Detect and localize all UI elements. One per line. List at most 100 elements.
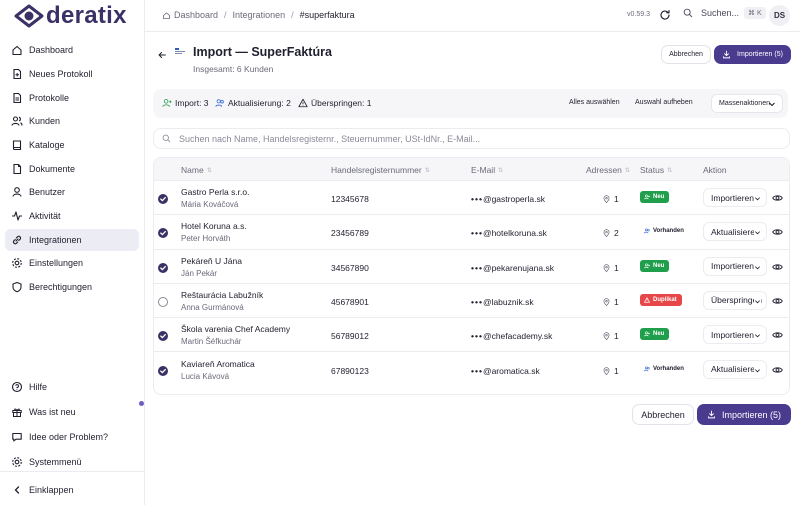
avatar[interactable]: DS (769, 5, 790, 26)
main-content: Import — SuperFaktúra Insgesamt: 6 Kunde… (145, 33, 800, 505)
chevron-down-icon (769, 102, 775, 107)
shield-icon (11, 281, 23, 293)
select-all-button[interactable]: Alles auswählen (569, 99, 620, 106)
eye-icon[interactable] (772, 330, 783, 340)
sidebar-item-systemmenu[interactable]: Systemmenü (5, 450, 139, 473)
sidebar-item-label: Benutzer (29, 187, 66, 198)
address-count-value: 1 (614, 262, 619, 273)
search-icon (162, 134, 171, 143)
sidebar-item-kunden[interactable]: Kunden (5, 110, 139, 133)
breadcrumb-separator: / (224, 10, 227, 20)
import-button[interactable]: Importieren (5) (714, 45, 791, 64)
eye-icon[interactable] (772, 365, 783, 375)
row-checkbox-checked[interactable] (158, 365, 168, 376)
sidebar-item-benutzer[interactable]: Benutzer (5, 181, 139, 204)
action-select[interactable]: Importieren (703, 325, 767, 345)
bulk-actions-dropdown[interactable]: Massenaktionen (711, 94, 783, 113)
contact-person: Anna Gurmánová (181, 302, 244, 312)
sidebar-item-idee-oder-problem[interactable]: Idee oder Problem? (5, 425, 139, 448)
settings-icon (11, 456, 23, 468)
shortcut-badge: ⌘ K (744, 7, 766, 19)
sidebar-item-was-ist-neu[interactable]: Was ist neu (5, 400, 139, 423)
row-checkbox-checked[interactable] (158, 262, 168, 273)
table-row[interactable]: Škola varenia Chef Academy Martin Šéfkuch… (154, 318, 789, 353)
email: •••@chefacademy.sk (471, 331, 552, 341)
email: •••@pekarenujana.sk (471, 263, 554, 273)
collapse-label: Einklappen (29, 485, 74, 496)
global-search-button[interactable]: Suchen... ⌘ K (683, 7, 766, 19)
contact-person: Peter Horváth (181, 234, 231, 244)
action-select[interactable]: Überspringen (703, 290, 767, 310)
table-row[interactable]: Pekáreň U Jána Ján Pekár 34567890 •••@pekar… (154, 250, 789, 284)
sidebar-item-aktivitat[interactable]: Aktivität (5, 205, 139, 228)
column-header-reg[interactable]: Handelsregisternummer ⇅ (331, 165, 430, 175)
masked-dots: ••• (471, 331, 483, 342)
summary-skip-label: Überspringen: 1 (311, 98, 372, 108)
row-checkbox-checked[interactable] (158, 194, 168, 204)
table-row[interactable]: Hotel Koruna a.s. Peter Horváth 23456789 ••… (154, 215, 789, 250)
column-header-status[interactable]: Status ⇅ (640, 165, 672, 175)
breadcrumb-integrationen[interactable]: Integrationen (233, 10, 286, 20)
eye-icon[interactable] (772, 193, 783, 203)
customer-search-field[interactable] (153, 128, 790, 149)
row-checkbox-checked[interactable] (158, 228, 168, 239)
table-row[interactable]: Gastro Perla s.r.o. Mária Kováčová 1234567… (154, 181, 789, 216)
bulk-actions-label: Massenaktionen (719, 100, 770, 107)
home-icon[interactable] (162, 11, 171, 20)
table-row[interactable]: Reštaurácia Labužník Anna Gurmánová 456789… (154, 284, 789, 319)
sidebar-item-dashboard[interactable]: Dashboard (5, 39, 139, 62)
breadcrumb-dashboard[interactable]: Dashboard (174, 10, 218, 20)
sidebar-item-label: Aktivität (29, 211, 61, 222)
sidebar-item-einstellungen[interactable]: Einstellungen (5, 252, 139, 275)
row-checkbox-unchecked[interactable] (158, 296, 168, 307)
collapse-sidebar-button[interactable]: Einklappen (5, 479, 139, 502)
table-row[interactable]: Kaviareň Aromatica Lucia Kávová 67890123 ••… (154, 353, 789, 387)
footer-cancel-button[interactable]: Abbrechen (632, 404, 694, 425)
summary-import-label: Import: 3 (175, 98, 209, 108)
row-checkbox-checked[interactable] (158, 331, 168, 342)
table-header: Name ⇅ Handelsregisternummer ⇅ E-Mail ⇅ Adr… (154, 158, 789, 181)
warning-icon (298, 98, 308, 108)
email: •••@labuznik.sk (471, 297, 534, 307)
email-domain: @gastroperla.sk (482, 194, 545, 204)
column-reg-label: Handelsregisternummer (331, 165, 422, 175)
logo-text: deratix (46, 2, 127, 29)
sidebar-item-label: Systemmenü (29, 456, 82, 467)
eye-icon[interactable] (772, 227, 783, 237)
refresh-icon[interactable] (659, 9, 671, 21)
column-header-email[interactable]: E-Mail ⇅ (471, 165, 503, 175)
map-pin-icon (603, 229, 610, 238)
logo[interactable]: deratix (14, 2, 127, 29)
cancel-button[interactable]: Abbrechen (661, 45, 711, 64)
action-value: Aktualisieren (711, 226, 760, 237)
sidebar-item-kataloge[interactable]: Kataloge (5, 134, 139, 157)
action-select[interactable]: Aktualisieren (703, 359, 767, 379)
sort-icon: ⇅ (424, 167, 430, 174)
sidebar-item-protokolle[interactable]: Protokolle (5, 86, 139, 109)
masked-dots: ••• (471, 262, 483, 273)
sidebar-item-dokumente[interactable]: Dokumente (5, 157, 139, 180)
registration-number: 45678901 (331, 296, 369, 307)
registration-number: 67890123 (331, 365, 369, 376)
action-select[interactable]: Aktualisieren (703, 222, 767, 242)
status-badge: Neu (640, 259, 670, 272)
search-input[interactable] (179, 133, 779, 144)
action-select[interactable]: Importieren (703, 188, 767, 207)
chevron-down-icon (754, 229, 761, 237)
registration-number: 56789012 (331, 331, 369, 342)
deselect-all-button[interactable]: Auswahl aufheben (635, 99, 693, 106)
sidebar-item-berechtigungen[interactable]: Berechtigungen (5, 276, 139, 299)
sidebar-nav: Dashboard Neues Protokoll Protokolle Kunden… (5, 39, 139, 300)
sidebar-item-integrationen[interactable]: Integrationen (5, 228, 139, 251)
action-select[interactable]: Importieren (703, 256, 767, 276)
back-arrow-icon[interactable] (157, 50, 167, 60)
email: •••@gastroperla.sk (471, 194, 545, 204)
masked-dots: ••• (471, 365, 483, 376)
eye-icon[interactable] (772, 296, 783, 306)
footer-import-button[interactable]: Importieren (5) (697, 404, 791, 425)
sidebar-item-hilfe[interactable]: Hilfe (5, 375, 139, 398)
eye-icon[interactable] (772, 262, 783, 272)
sidebar-item-neues-protokoll[interactable]: Neues Protokoll (5, 63, 139, 86)
column-header-addresses[interactable]: Adressen ⇅ (586, 165, 630, 175)
column-header-name[interactable]: Name ⇅ (181, 165, 212, 175)
